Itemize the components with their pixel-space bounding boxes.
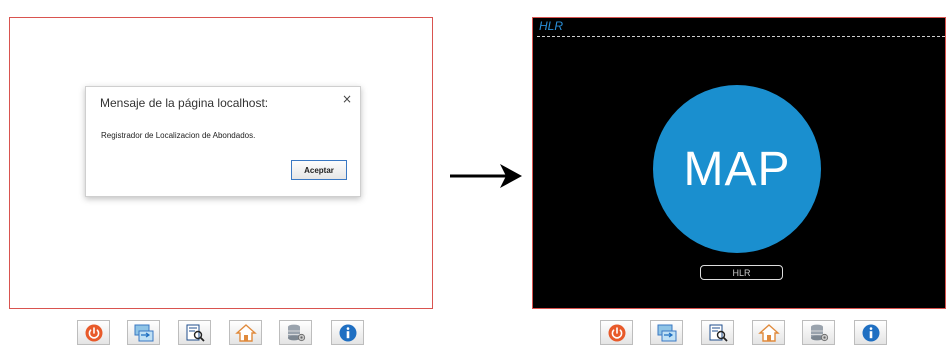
dialog-title: Mensaje de la página localhost: <box>100 96 269 110</box>
alert-dialog: Mensaje de la página localhost: × Regist… <box>85 86 361 197</box>
info-button[interactable] <box>854 320 887 345</box>
database-settings-icon <box>287 324 305 341</box>
home-button[interactable] <box>752 320 785 345</box>
power-button[interactable] <box>600 320 633 345</box>
home-button[interactable] <box>229 320 262 345</box>
power-icon <box>85 324 102 341</box>
transfer-icon <box>657 324 676 341</box>
dialog-message: Registrador de Localizacion de Abondados… <box>101 131 256 140</box>
hlr-panel-right: HLR MAP HLR <box>532 17 946 309</box>
info-icon <box>862 324 879 341</box>
hlr-button[interactable]: HLR <box>700 265 783 280</box>
hlr-title: HLR <box>539 19 564 33</box>
database-settings-button[interactable] <box>279 320 312 345</box>
search-document-button[interactable] <box>701 320 734 345</box>
info-button[interactable] <box>331 320 364 345</box>
search-document-icon <box>186 324 205 342</box>
home-icon <box>757 323 780 342</box>
close-icon[interactable]: × <box>342 92 352 106</box>
database-settings-button[interactable] <box>802 320 835 345</box>
right-arrow-icon <box>450 164 522 188</box>
map-label: MAP <box>683 142 791 196</box>
info-icon <box>339 324 356 341</box>
accept-button[interactable]: Aceptar <box>291 160 347 180</box>
transfer-icon <box>134 324 153 341</box>
home-icon <box>234 323 257 342</box>
database-settings-icon <box>810 324 828 341</box>
browser-panel-left: Mensaje de la página localhost: × Regist… <box>9 17 433 309</box>
search-document-icon <box>709 324 728 342</box>
search-document-button[interactable] <box>178 320 211 345</box>
power-button[interactable] <box>77 320 110 345</box>
power-icon <box>608 324 625 341</box>
transfer-button[interactable] <box>650 320 683 345</box>
map-circle[interactable]: MAP <box>653 85 821 253</box>
transfer-button[interactable] <box>127 320 160 345</box>
dashed-divider <box>537 36 945 37</box>
